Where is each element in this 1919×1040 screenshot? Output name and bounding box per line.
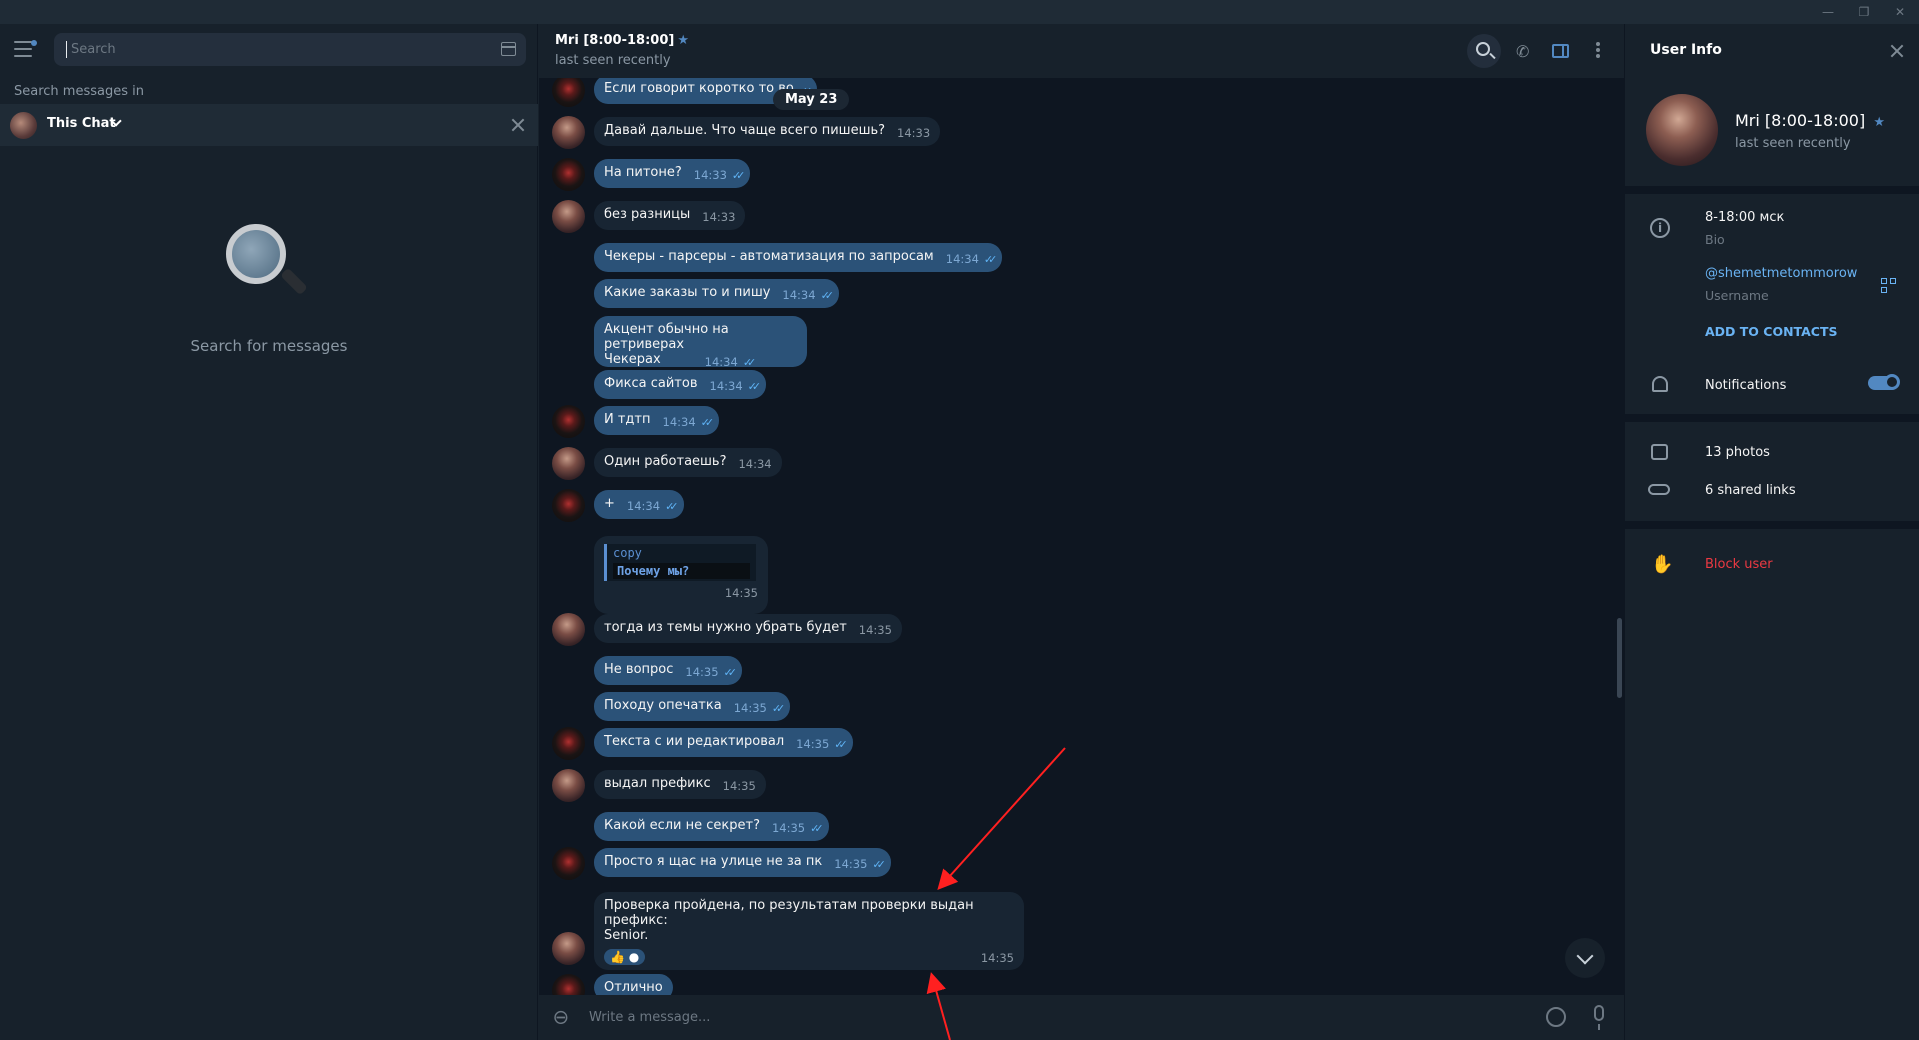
block-user-button[interactable]: Block user: [1705, 557, 1773, 572]
qr-code-icon[interactable]: [1881, 278, 1897, 294]
bell-icon: [1652, 376, 1668, 392]
annotation-arrow: [926, 972, 951, 1040]
profile-avatar[interactable]: [1646, 94, 1718, 166]
user-info-panel: User Info Mri [8:00-18:00] ★ last seen r…: [1624, 24, 1919, 1040]
close-icon[interactable]: [1888, 42, 1906, 60]
username-label: Username: [1705, 288, 1769, 303]
panel-title: User Info: [1650, 42, 1722, 58]
divider: [1625, 521, 1919, 529]
hand-stop-icon: ✋: [1651, 554, 1674, 575]
profile-name: Mri [8:00-18:00] ★: [1735, 111, 1885, 130]
annotation-arrow: [937, 747, 1066, 890]
link-icon: [1648, 484, 1670, 495]
bio-value: 8-18:00 мск: [1705, 210, 1785, 225]
image-icon: [1651, 444, 1668, 460]
shared-links-link[interactable]: 6 shared links: [1705, 483, 1796, 498]
divider: [1625, 414, 1919, 422]
info-icon: i: [1650, 218, 1670, 238]
divider: [1625, 186, 1919, 194]
notifications-toggle[interactable]: [1868, 374, 1900, 390]
photos-link[interactable]: 13 photos: [1705, 445, 1770, 460]
add-to-contacts-button[interactable]: ADD TO CONTACTS: [1705, 324, 1837, 339]
notifications-label: Notifications: [1705, 378, 1787, 393]
profile-status: last seen recently: [1735, 136, 1851, 151]
profile-name-text: Mri [8:00-18:00]: [1735, 111, 1866, 130]
bio-label: Bio: [1705, 232, 1725, 247]
star-icon: ★: [1873, 115, 1885, 130]
username-value[interactable]: @shemetmetommorow: [1705, 266, 1857, 281]
